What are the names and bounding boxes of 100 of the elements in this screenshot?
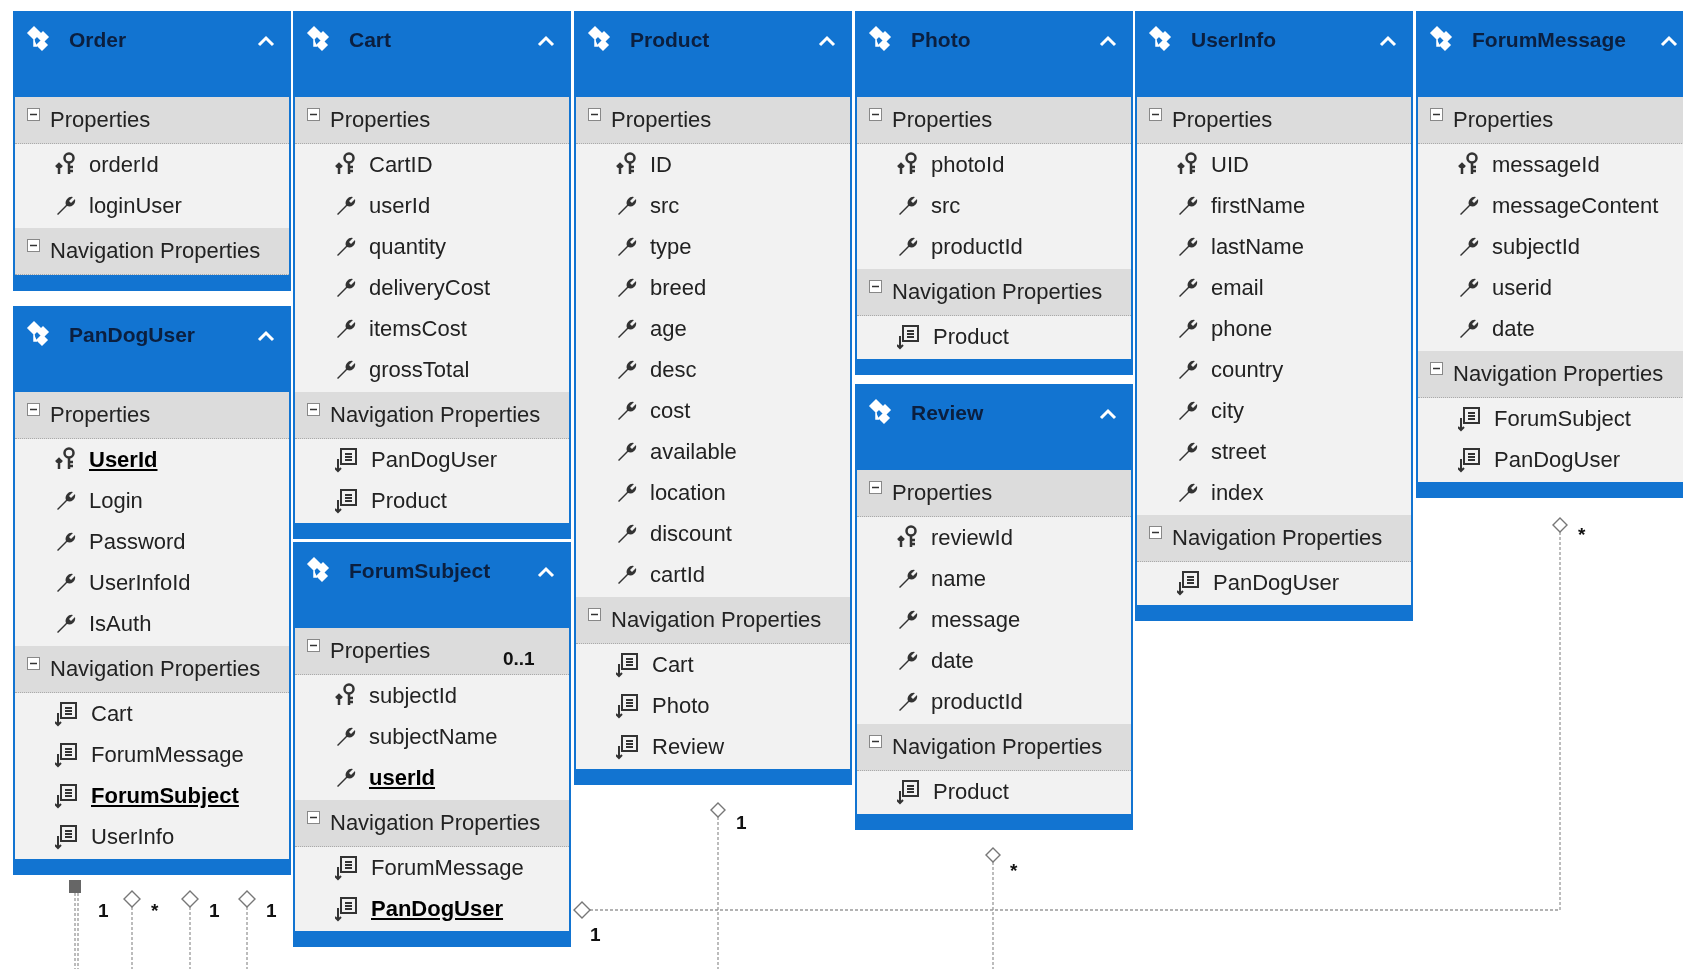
entity-card[interactable]: PanDogUser Properties UserId Login Password UserInfoId IsAuth Navigation Properties Cart ForumMessage ForumSubject UserInfo bbox=[13, 306, 291, 875]
property-name[interactable]: message bbox=[931, 606, 1021, 633]
collapse-chevron-icon[interactable] bbox=[537, 35, 555, 47]
property-name[interactable]: UserId bbox=[89, 446, 158, 473]
property-name[interactable]: firstName bbox=[1211, 192, 1306, 219]
property-name[interactable]: Photo bbox=[652, 692, 710, 719]
property-name[interactable]: location bbox=[650, 479, 726, 506]
entity-card[interactable]: ForumMessage Properties messageId messageContent subjectId userid date Navigation Properties ForumSubject PanDogUser bbox=[1416, 11, 1683, 498]
collapse-chevron-icon[interactable] bbox=[1099, 35, 1117, 47]
property-name[interactable]: messageId bbox=[1492, 151, 1600, 178]
property-name[interactable]: age bbox=[650, 315, 687, 342]
property-name[interactable]: date bbox=[1492, 315, 1535, 342]
property-name[interactable]: productId bbox=[931, 233, 1023, 260]
toggle-icon[interactable] bbox=[27, 403, 40, 416]
entity-card[interactable]: Review Properties reviewId name message date productId Navigation Properties Product bbox=[855, 384, 1133, 830]
property-name[interactable]: street bbox=[1211, 438, 1267, 465]
property-name[interactable]: CartID bbox=[369, 151, 433, 178]
property-name[interactable]: Product bbox=[933, 778, 1009, 805]
section-header[interactable]: Navigation Properties bbox=[295, 800, 569, 847]
toggle-icon[interactable] bbox=[588, 608, 601, 621]
property-name[interactable]: cartId bbox=[650, 561, 706, 588]
property-name[interactable]: UserInfoId bbox=[89, 569, 191, 596]
property-name[interactable]: userId bbox=[369, 192, 431, 219]
toggle-icon[interactable] bbox=[588, 108, 601, 121]
toggle-icon[interactable] bbox=[27, 657, 40, 670]
toggle-icon[interactable] bbox=[869, 108, 882, 121]
property-name[interactable]: Login bbox=[89, 487, 143, 514]
section-header[interactable]: Navigation Properties bbox=[857, 724, 1131, 771]
collapse-chevron-icon[interactable] bbox=[537, 566, 555, 578]
toggle-icon[interactable] bbox=[307, 403, 320, 416]
collapse-chevron-icon[interactable] bbox=[257, 35, 275, 47]
toggle-icon[interactable] bbox=[869, 735, 882, 748]
toggle-icon[interactable] bbox=[307, 811, 320, 824]
section-header[interactable]: Properties bbox=[1137, 97, 1411, 144]
toggle-icon[interactable] bbox=[307, 108, 320, 121]
property-name[interactable]: deliveryCost bbox=[369, 274, 491, 301]
property-name[interactable]: itemsCost bbox=[369, 315, 467, 342]
section-header[interactable]: Properties bbox=[15, 392, 289, 439]
property-name[interactable]: Product bbox=[933, 323, 1009, 350]
property-name[interactable]: loginUser bbox=[89, 192, 182, 219]
property-name[interactable]: discount bbox=[650, 520, 732, 547]
property-name[interactable]: Review bbox=[652, 733, 725, 760]
section-header[interactable]: Navigation Properties bbox=[1418, 351, 1683, 398]
entity-card[interactable]: Order Properties orderId loginUser Navigation Properties bbox=[13, 11, 291, 291]
toggle-icon[interactable] bbox=[1430, 108, 1443, 121]
entity-card[interactable]: Product Properties ID src type breed age desc cost available location discount cartId Navigation Properties Cart Photo Review bbox=[574, 11, 852, 785]
property-name[interactable]: subjectId bbox=[369, 682, 458, 709]
property-name[interactable]: desc bbox=[650, 356, 697, 383]
property-name[interactable]: ForumMessage bbox=[371, 854, 524, 881]
toggle-icon[interactable] bbox=[307, 639, 320, 652]
property-name[interactable]: type bbox=[650, 233, 692, 260]
property-name[interactable]: PanDogUser bbox=[371, 446, 497, 473]
property-name[interactable]: phone bbox=[1211, 315, 1273, 342]
collapse-chevron-icon[interactable] bbox=[1099, 408, 1117, 420]
property-name[interactable]: src bbox=[931, 192, 961, 219]
section-header[interactable]: Navigation Properties bbox=[15, 228, 289, 275]
entity-card[interactable]: UserInfo Properties UID firstName lastName email phone country city street index Navigation Properties PanDogUser bbox=[1135, 11, 1413, 621]
toggle-icon[interactable] bbox=[869, 481, 882, 494]
property-name[interactable]: Cart bbox=[91, 700, 133, 727]
property-name[interactable]: breed bbox=[650, 274, 707, 301]
toggle-icon[interactable] bbox=[27, 108, 40, 121]
section-header[interactable]: Navigation Properties bbox=[857, 269, 1131, 316]
property-name[interactable]: orderId bbox=[89, 151, 159, 178]
entity-card[interactable]: Cart Properties CartID userId quantity deliveryCost itemsCost grossTotal Navigation Properties PanDogUser Product bbox=[293, 11, 571, 539]
property-name[interactable]: index bbox=[1211, 479, 1264, 506]
toggle-icon[interactable] bbox=[1149, 526, 1162, 539]
property-name[interactable]: available bbox=[650, 438, 737, 465]
section-header[interactable]: Properties bbox=[15, 97, 289, 144]
collapse-chevron-icon[interactable] bbox=[257, 330, 275, 342]
collapse-chevron-icon[interactable] bbox=[818, 35, 836, 47]
section-header[interactable]: Properties bbox=[576, 97, 850, 144]
toggle-icon[interactable] bbox=[27, 239, 40, 252]
property-name[interactable]: src bbox=[650, 192, 680, 219]
property-name[interactable]: productId bbox=[931, 688, 1023, 715]
toggle-icon[interactable] bbox=[869, 280, 882, 293]
property-name[interactable]: reviewId bbox=[931, 524, 1013, 551]
property-name[interactable]: city bbox=[1211, 397, 1244, 424]
entity-card[interactable]: Photo Properties photoId src productId Navigation Properties Product bbox=[855, 11, 1133, 375]
property-name[interactable]: ID bbox=[650, 151, 672, 178]
section-header[interactable]: Navigation Properties bbox=[576, 597, 850, 644]
section-header[interactable]: Properties bbox=[857, 470, 1131, 517]
property-name[interactable]: quantity bbox=[369, 233, 447, 260]
property-name[interactable]: PanDogUser bbox=[371, 895, 504, 922]
property-name[interactable]: ForumSubject bbox=[91, 782, 239, 809]
property-name[interactable]: cost bbox=[650, 397, 691, 424]
property-name[interactable]: userId bbox=[369, 764, 436, 791]
collapse-chevron-icon[interactable] bbox=[1660, 35, 1678, 47]
property-name[interactable]: ForumMessage bbox=[91, 741, 244, 768]
property-name[interactable]: PanDogUser bbox=[1494, 446, 1620, 473]
property-name[interactable]: name bbox=[931, 565, 987, 592]
property-name[interactable]: subjectId bbox=[1492, 233, 1581, 260]
property-name[interactable]: UID bbox=[1211, 151, 1249, 178]
property-name[interactable]: messageContent bbox=[1492, 192, 1659, 219]
property-name[interactable]: Cart bbox=[652, 651, 694, 678]
property-name[interactable]: photoId bbox=[931, 151, 1005, 178]
toggle-icon[interactable] bbox=[1430, 362, 1443, 375]
collapse-chevron-icon[interactable] bbox=[1379, 35, 1397, 47]
property-name[interactable]: lastName bbox=[1211, 233, 1304, 260]
toggle-icon[interactable] bbox=[1149, 108, 1162, 121]
section-header[interactable]: Properties bbox=[295, 97, 569, 144]
